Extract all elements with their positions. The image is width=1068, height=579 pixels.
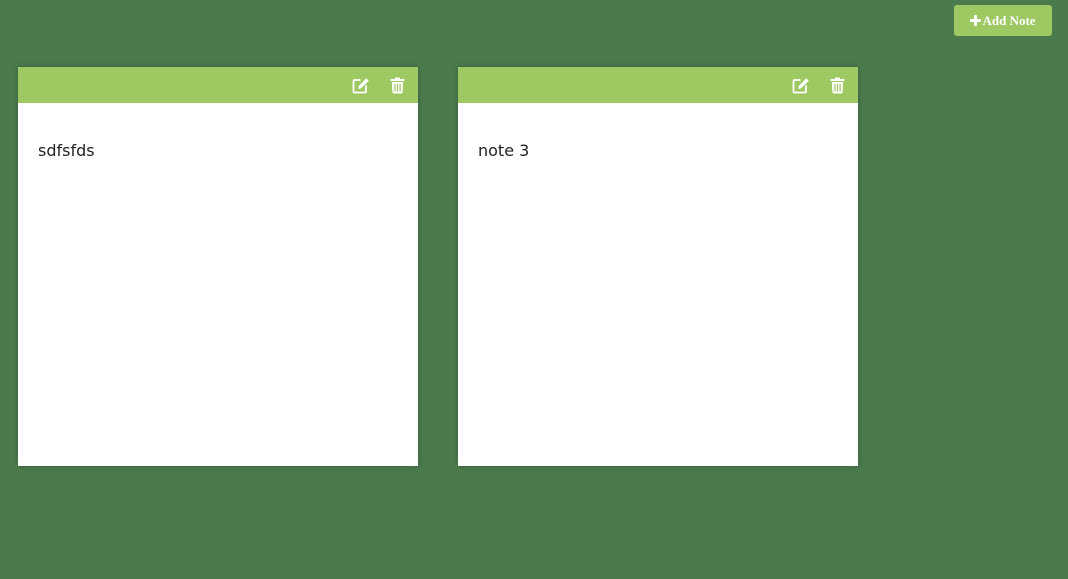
note-header [458, 67, 858, 103]
note-card: note 3 [458, 67, 858, 466]
trash-icon [390, 77, 404, 93]
delete-note-button[interactable] [828, 76, 846, 94]
notes-app: Add Note sdfsfds note 3 [0, 0, 1068, 579]
edit-icon [792, 77, 809, 93]
add-note-label: Add Note [982, 12, 1036, 28]
note-card: sdfsfds [18, 67, 418, 466]
add-note-button[interactable]: Add Note [954, 5, 1052, 36]
delete-note-button[interactable] [388, 76, 406, 94]
notes-list: sdfsfds note 3 [18, 67, 858, 466]
note-text[interactable]: note 3 [458, 103, 858, 160]
note-text[interactable]: sdfsfds [18, 103, 418, 160]
trash-icon [830, 77, 844, 93]
edit-note-button[interactable] [792, 76, 810, 94]
edit-icon [352, 77, 369, 93]
edit-note-button[interactable] [352, 76, 370, 94]
plus-icon [970, 15, 982, 26]
note-header [18, 67, 418, 103]
